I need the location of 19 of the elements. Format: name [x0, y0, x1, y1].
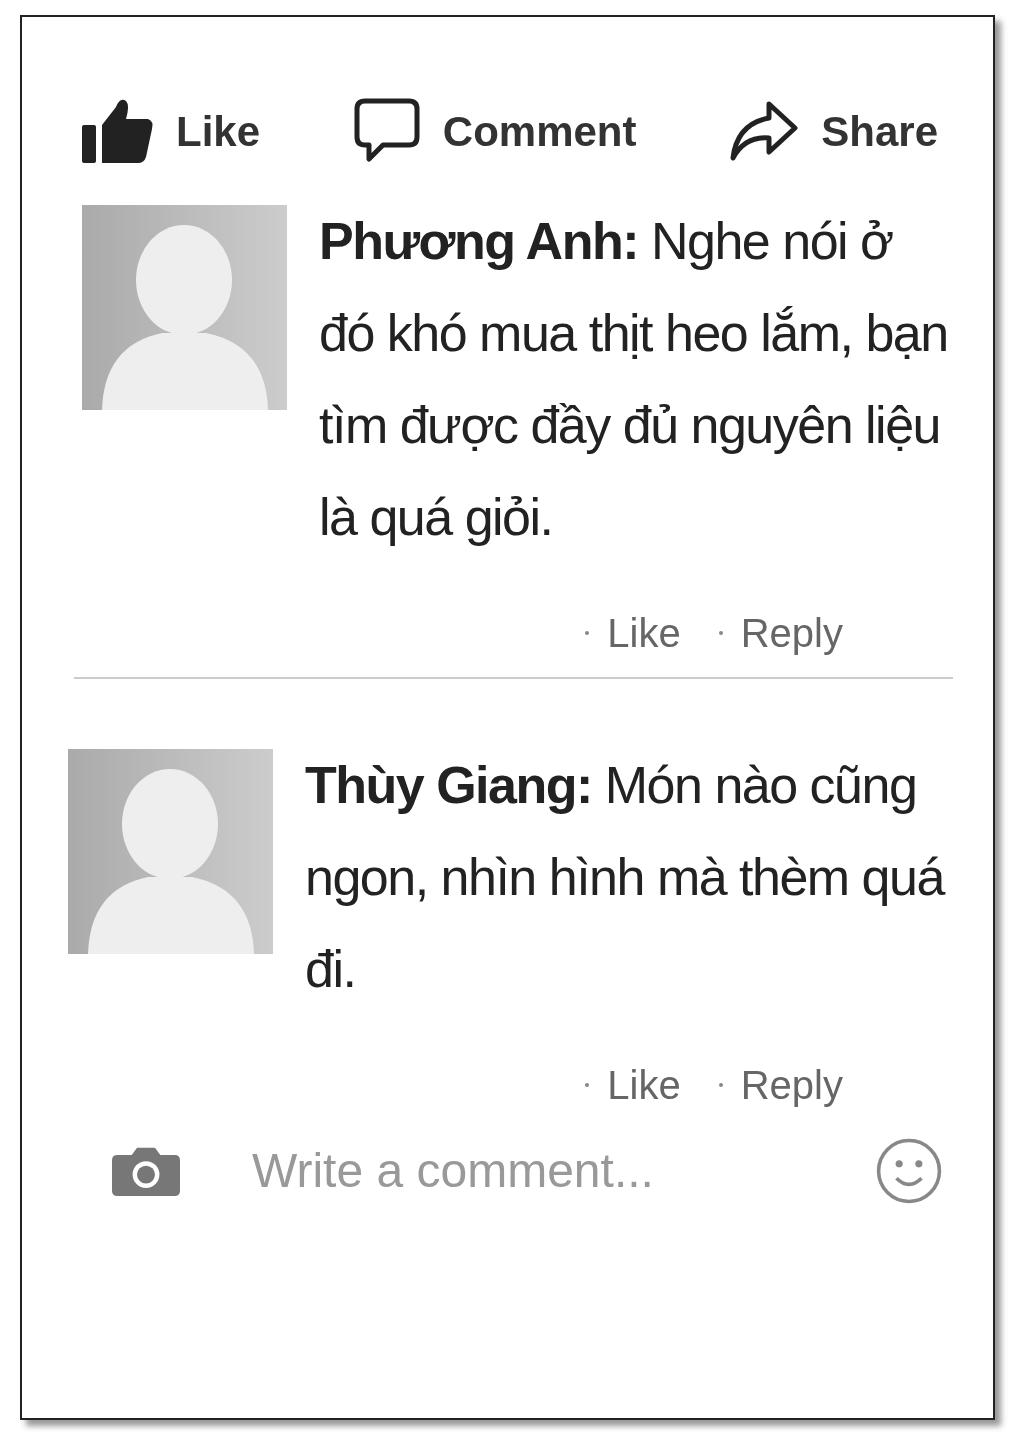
comment-link[interactable]: Reply — [740, 603, 843, 663]
dot-icon — [585, 1083, 590, 1087]
dot-icon — [585, 631, 590, 635]
like-button[interactable]: Like — [82, 97, 261, 165]
share-button[interactable]: Share — [729, 99, 938, 163]
comment-link[interactable]: Like — [607, 1055, 681, 1115]
comment-link[interactable]: Reply — [740, 1055, 843, 1115]
comment-text: Thùy Giang: Món nào cũng ngon, nhìn hình mà thèm quá đi. — [305, 755, 946, 1000]
avatar-icon — [68, 749, 273, 954]
comment-button[interactable]: Comment — [352, 97, 637, 165]
comment-text: Phương Anh: Nghe nói ở đó khó mua thịt heo lắm, bạn tìm được đầy đủ nguyên liệu là quá giỏi. — [319, 211, 949, 548]
dot-icon — [718, 1083, 723, 1087]
speech-bubble-icon — [352, 97, 421, 165]
dot-icon — [718, 631, 723, 635]
share-arrow-icon — [729, 100, 800, 162]
thumbs-up-icon — [82, 97, 154, 165]
comment-input-field[interactable]: Write a comment... — [250, 1134, 875, 1208]
comment-link[interactable]: Like — [607, 603, 681, 663]
avatar-icon — [82, 205, 287, 410]
